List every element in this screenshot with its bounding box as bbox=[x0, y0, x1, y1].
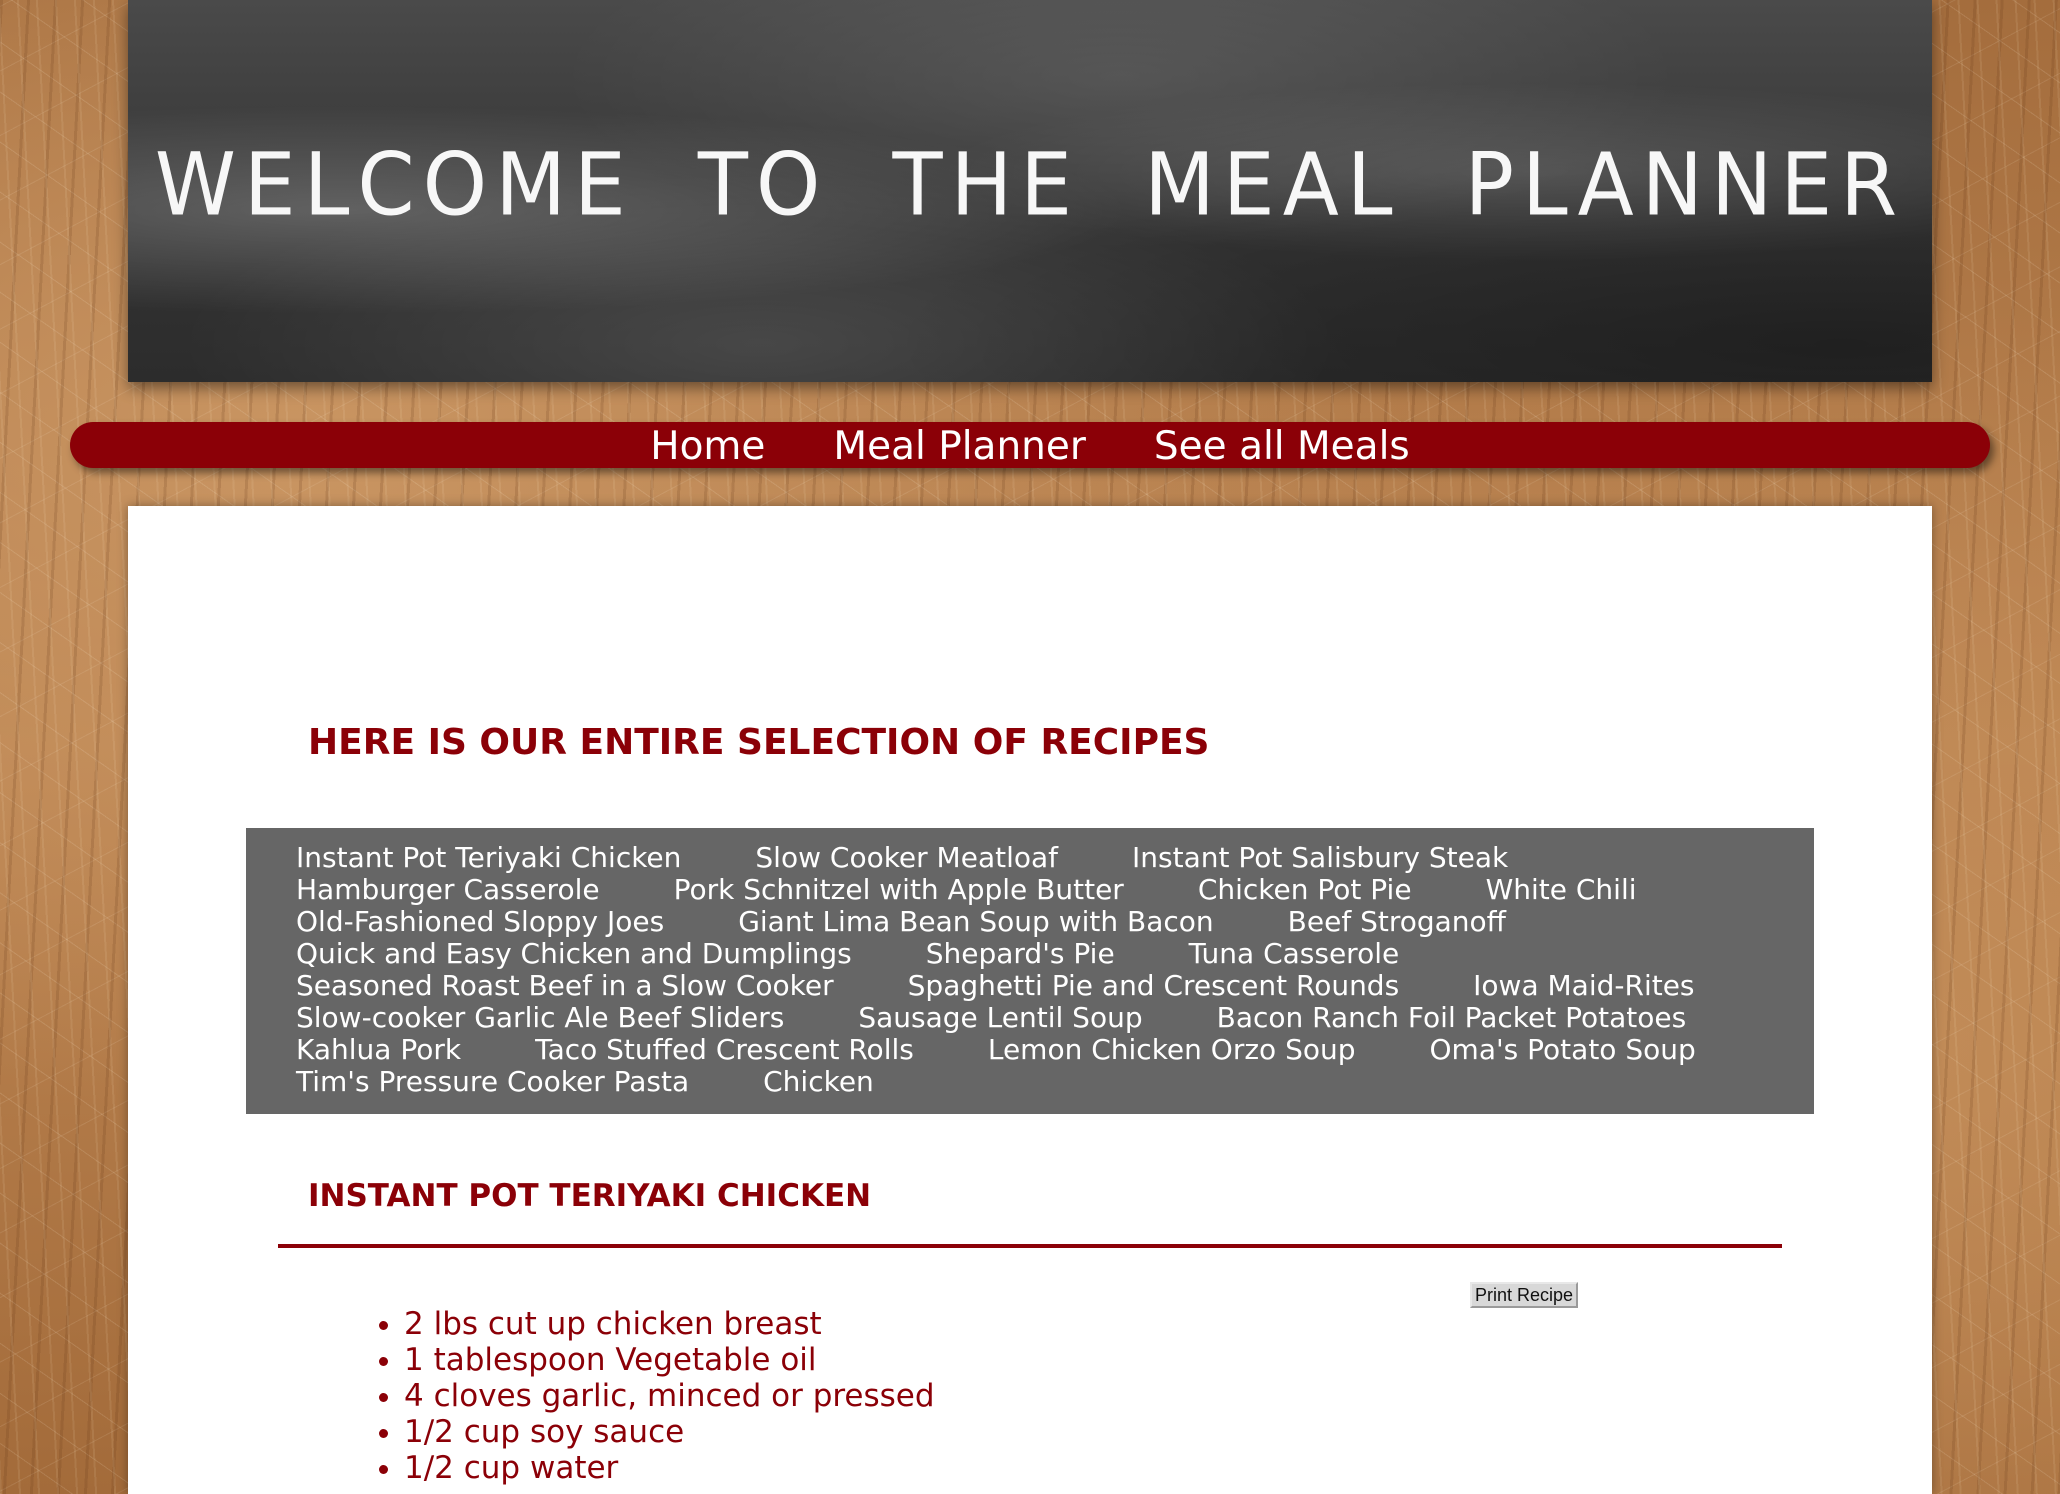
recipe-link[interactable]: White Chili bbox=[1486, 873, 1637, 906]
recipe-link[interactable]: Slow-cooker Garlic Ale Beef Sliders bbox=[296, 1001, 784, 1034]
ingredient-item: 1/2 cup water bbox=[404, 1450, 935, 1486]
recipe-link[interactable]: Chicken bbox=[763, 1065, 874, 1098]
recipe-link[interactable]: Giant Lima Bean Soup with Bacon bbox=[738, 905, 1213, 938]
ingredient-item: 1/2 cup soy sauce bbox=[404, 1414, 935, 1450]
divider bbox=[278, 1244, 1782, 1248]
recipe-link[interactable]: Lemon Chicken Orzo Soup bbox=[988, 1033, 1356, 1066]
nav-meal-planner[interactable]: Meal Planner bbox=[833, 424, 1086, 470]
recipe-title: INSTANT POT TERIYAKI CHICKEN bbox=[308, 1178, 872, 1214]
recipe-link[interactable]: Quick and Easy Chicken and Dumplings bbox=[296, 937, 852, 970]
recipe-link[interactable]: Instant Pot Teriyaki Chicken bbox=[296, 841, 681, 874]
recipe-link[interactable]: Kahlua Pork bbox=[296, 1033, 461, 1066]
section-heading: HERE IS OUR ENTIRE SELECTION OF RECIPES bbox=[308, 722, 1210, 763]
recipe-row: Instant Pot Teriyaki Chicken Slow Cooker … bbox=[296, 842, 1764, 874]
nav-home[interactable]: Home bbox=[650, 424, 765, 470]
recipe-row: Tim's Pressure Cooker Pasta Chicken bbox=[296, 1066, 1764, 1098]
recipe-link[interactable]: Pork Schnitzel with Apple Butter bbox=[674, 873, 1124, 906]
recipe-link[interactable]: Old-Fashioned Sloppy Joes bbox=[296, 905, 664, 938]
site-title: WELCOME TO THE MEAL PLANNER bbox=[154, 135, 1906, 236]
recipe-list: Instant Pot Teriyaki Chicken Slow Cooker … bbox=[246, 828, 1814, 1114]
ingredient-item: 2 lbs cut up chicken breast bbox=[404, 1306, 935, 1342]
recipe-link[interactable]: Bacon Ranch Foil Packet Potatoes bbox=[1217, 1001, 1687, 1034]
recipe-row: Seasoned Roast Beef in a Slow Cooker Spag… bbox=[296, 970, 1764, 1002]
ingredient-item: 4 cloves garlic, minced or pressed bbox=[404, 1378, 935, 1414]
recipe-link[interactable]: Shepard's Pie bbox=[926, 937, 1115, 970]
content-panel: HERE IS OUR ENTIRE SELECTION OF RECIPES … bbox=[128, 506, 1932, 1494]
recipe-row: Slow-cooker Garlic Ale Beef Sliders Sausa… bbox=[296, 1002, 1764, 1034]
recipe-link[interactable]: Hamburger Casserole bbox=[296, 873, 600, 906]
recipe-link[interactable]: Instant Pot Salisbury Steak bbox=[1132, 841, 1508, 874]
ingredient-list: 2 lbs cut up chicken breast 1 tablespoon… bbox=[368, 1306, 935, 1486]
main-nav: Home Meal Planner See all Meals bbox=[70, 422, 1990, 470]
recipe-link[interactable]: Beef Stroganoff bbox=[1288, 905, 1506, 938]
recipe-row: Old-Fashioned Sloppy Joes Giant Lima Bean… bbox=[296, 906, 1764, 938]
recipe-link[interactable]: Oma's Potato Soup bbox=[1430, 1033, 1696, 1066]
recipe-row: Hamburger Casserole Pork Schnitzel with A… bbox=[296, 874, 1764, 906]
recipe-link[interactable]: Taco Stuffed Crescent Rolls bbox=[535, 1033, 914, 1066]
recipe-row: Kahlua Pork Taco Stuffed Crescent Rolls Le… bbox=[296, 1034, 1764, 1066]
recipe-link[interactable]: Chicken Pot Pie bbox=[1198, 873, 1412, 906]
recipe-link[interactable]: Tim's Pressure Cooker Pasta bbox=[296, 1065, 689, 1098]
print-recipe-button[interactable]: Print Recipe bbox=[1470, 1282, 1579, 1308]
recipe-link[interactable]: Tuna Casserole bbox=[1189, 937, 1400, 970]
nav-see-all-meals[interactable]: See all Meals bbox=[1154, 424, 1410, 470]
recipe-link[interactable]: Iowa Maid-Rites bbox=[1473, 969, 1694, 1002]
chalkboard-header: WELCOME TO THE MEAL PLANNER bbox=[128, 0, 1932, 382]
recipe-link[interactable]: Spaghetti Pie and Crescent Rounds bbox=[908, 969, 1400, 1002]
recipe-link[interactable]: Slow Cooker Meatloaf bbox=[755, 841, 1058, 874]
recipe-link[interactable]: Seasoned Roast Beef in a Slow Cooker bbox=[296, 969, 834, 1002]
recipe-link[interactable]: Sausage Lentil Soup bbox=[858, 1001, 1142, 1034]
ingredient-item: 1 tablespoon Vegetable oil bbox=[404, 1342, 935, 1378]
recipe-row: Quick and Easy Chicken and Dumplings Shep… bbox=[296, 938, 1764, 970]
